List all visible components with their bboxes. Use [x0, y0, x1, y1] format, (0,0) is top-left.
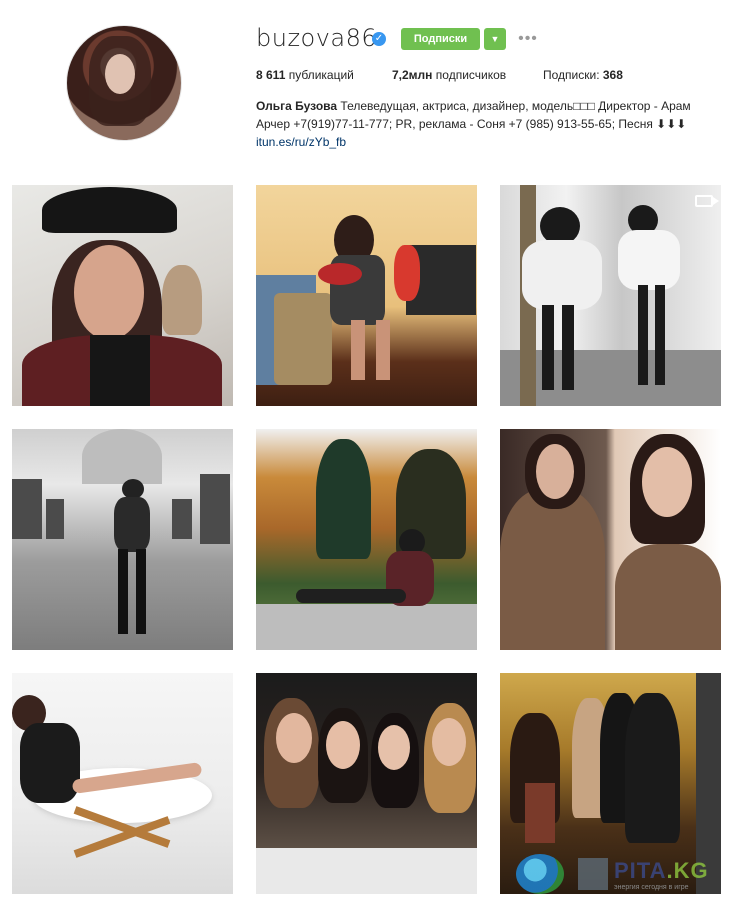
sweater-shape	[522, 240, 602, 310]
following-count: 368	[602, 68, 623, 82]
followers-label: подписчиков	[435, 68, 507, 82]
leg-shape	[136, 549, 146, 634]
jacket-shape	[114, 497, 150, 552]
post-thumbnail[interactable]	[12, 429, 233, 650]
vault-ceiling-shape	[82, 429, 162, 484]
painting-shape	[12, 479, 42, 539]
legs-shape	[296, 589, 406, 603]
tree-shape	[316, 439, 371, 559]
bio-name: Ольга Бузова	[256, 99, 338, 113]
face-shape	[432, 718, 466, 766]
watermark-brand-main: PITA	[614, 858, 667, 883]
stat-posts: 8 611 публикаций	[256, 68, 354, 82]
sweater-shape	[618, 230, 680, 290]
face-shape	[74, 245, 144, 340]
verified-check-icon: ✓	[372, 32, 386, 46]
profile-avatar[interactable]	[66, 25, 182, 141]
post-thumbnail[interactable]	[256, 673, 477, 894]
stone-ledge-shape	[256, 604, 477, 650]
suitcase-shape	[274, 293, 332, 385]
fur-coat-shape	[615, 544, 721, 650]
post-thumbnail[interactable]	[12, 185, 233, 406]
post-thumbnail[interactable]	[256, 429, 477, 650]
face-shape	[326, 721, 360, 769]
fur-coat-shape	[500, 489, 605, 650]
stat-followers[interactable]: 7,2млн подписчиков	[392, 68, 506, 82]
statue-shape	[162, 265, 202, 335]
painting-shape	[200, 474, 230, 544]
post-thumbnail[interactable]	[256, 185, 477, 406]
watermark-brand-suffix: .KG	[666, 858, 709, 883]
candy-box-shape	[318, 263, 362, 285]
table-shape	[256, 848, 477, 894]
face-shape	[276, 713, 312, 763]
globe-icon	[516, 854, 564, 894]
following-button[interactable]: Подписки	[401, 28, 480, 50]
leg-shape	[542, 305, 554, 390]
head-shape	[122, 479, 144, 499]
posts-label: публикаций	[288, 68, 354, 82]
site-watermark: PITA.KG энергия сегодня в игре	[516, 852, 730, 898]
bio-link[interactable]: itun.es/ru/zYb_fb	[256, 135, 346, 149]
painting-shape	[172, 499, 192, 539]
avatar-face	[105, 54, 135, 94]
caret-down-icon[interactable]: ▼	[484, 28, 506, 50]
person-shape	[625, 693, 680, 843]
followers-count: 7,2млн	[392, 68, 433, 82]
face-shape	[536, 444, 574, 499]
snowman-shape	[394, 245, 420, 301]
profile-username: buzova86	[256, 24, 378, 52]
legs-shape	[351, 320, 365, 380]
face-shape	[642, 447, 692, 517]
post-thumbnail[interactable]	[500, 429, 721, 650]
leg-shape	[562, 305, 574, 390]
painting-shape	[46, 499, 64, 539]
post-thumbnail[interactable]	[12, 673, 233, 894]
dress-shape	[20, 723, 80, 803]
posts-count: 8 611	[256, 68, 286, 82]
watermark-tagline: энергия сегодня в игре	[614, 884, 689, 891]
post-thumbnail[interactable]	[500, 185, 721, 406]
leg-shape	[655, 285, 665, 385]
face-shape	[378, 725, 410, 770]
stat-following[interactable]: Подписки: 368	[543, 68, 623, 82]
hoodie-shape	[90, 335, 150, 406]
profile-bio: Ольга Бузова Телеведущая, актриса, дизай…	[256, 97, 706, 151]
video-camera-icon	[695, 195, 719, 207]
legs-shape	[376, 320, 390, 380]
watermark-brand: PITA.KG	[614, 858, 709, 884]
hourglass-icon	[578, 858, 608, 890]
cap-shape	[42, 187, 177, 233]
skirt-shape	[525, 783, 555, 843]
following-label: Подписки:	[543, 68, 600, 82]
ellipsis-icon[interactable]: •••	[516, 30, 540, 48]
leg-shape	[118, 549, 128, 634]
leg-shape	[638, 285, 648, 385]
